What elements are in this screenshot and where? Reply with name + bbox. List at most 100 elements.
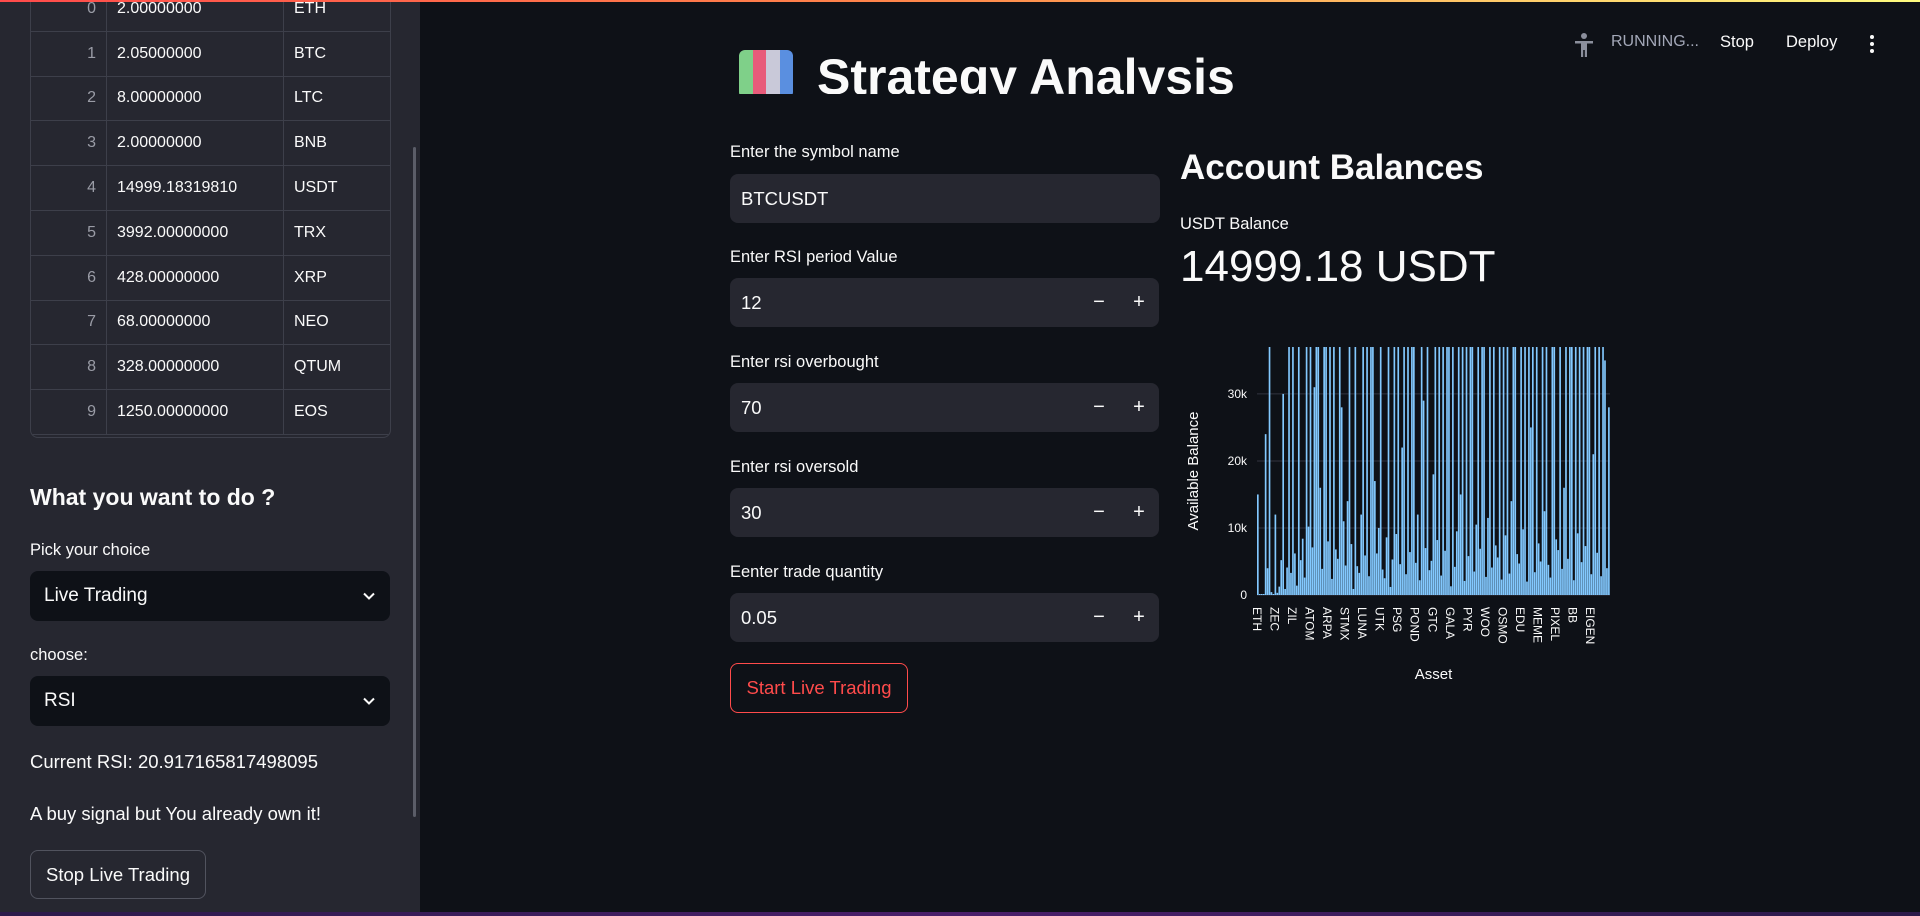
table-row[interactable]: 2 8.00000000 LTC: [31, 76, 390, 122]
bar: [1305, 347, 1308, 595]
bar: [1518, 563, 1520, 595]
row-index: 4: [31, 166, 107, 210]
bar: [1508, 573, 1511, 595]
bar: [1348, 347, 1351, 595]
bar: [1379, 347, 1382, 595]
bar: [1391, 559, 1394, 595]
bar: [1580, 562, 1583, 595]
table-row[interactable]: 0 2.00000000 ETH: [31, 0, 390, 32]
choose-select[interactable]: RSI: [30, 676, 390, 726]
decrement-button[interactable]: −: [1079, 593, 1119, 642]
bar: [1537, 543, 1540, 595]
quantity-input[interactable]: 0.05 − +: [730, 593, 1159, 642]
table-row[interactable]: 6 428.00000000 XRP: [31, 255, 390, 301]
bar: [1455, 531, 1458, 595]
bar: [1461, 347, 1464, 595]
balances-bar-chart[interactable]: 0 10k 20k 30k ETH ZEC ZIL ATOM ARPA STMX LUNA UTK PS…: [1180, 330, 1620, 690]
bar: [1442, 347, 1444, 595]
x-tick-label: EIGEN: [1583, 607, 1597, 644]
row-index: 0: [31, 0, 107, 31]
bar: [1491, 567, 1493, 595]
bar: [1374, 481, 1376, 595]
quantity-label: Eenter trade quantity: [730, 563, 884, 581]
bar: [1352, 588, 1355, 595]
bar: [1286, 567, 1288, 595]
bar: [1297, 347, 1300, 595]
bar: [1434, 347, 1437, 595]
free-cell: 1250.00000000: [107, 390, 284, 434]
bar: [1531, 347, 1534, 595]
table-row[interactable]: 7 68.00000000 NEO: [31, 300, 390, 346]
table-row[interactable]: 8 328.00000000 QTUM: [31, 345, 390, 391]
pick-choice-select[interactable]: Live Trading: [30, 571, 390, 621]
increment-button[interactable]: +: [1119, 593, 1159, 642]
row-index: 6: [31, 255, 107, 300]
more-menu-icon[interactable]: [1864, 34, 1880, 54]
balances-dataframe[interactable]: 0 2.00000000 ETH 1 2.05000000 BTC 2 8.00000000 L…: [30, 0, 391, 438]
overbought-label: Enter rsi overbought: [730, 353, 879, 371]
decrement-button[interactable]: −: [1079, 488, 1119, 537]
bar: [1498, 347, 1501, 595]
bottom-stripe: [0, 912, 1920, 916]
bar: [1590, 574, 1593, 595]
decrement-button[interactable]: −: [1079, 383, 1119, 432]
rsi-period-input[interactable]: 12 − +: [730, 278, 1159, 327]
bar: [1370, 347, 1372, 595]
bar: [1541, 347, 1544, 595]
bar: [1452, 347, 1454, 595]
symbol-label: Enter the symbol name: [730, 143, 900, 161]
x-tick-label: LUNA: [1355, 607, 1369, 639]
bar: [1547, 564, 1550, 595]
running-status: RUNNING...: [1611, 33, 1699, 50]
x-axis-title: Asset: [1415, 666, 1453, 683]
bar: [1465, 347, 1468, 595]
bar: [1432, 474, 1435, 595]
bar: [1278, 586, 1281, 595]
free-cell: 8.00000000: [107, 76, 284, 121]
stop-button[interactable]: Stop: [1720, 33, 1754, 52]
bar: [1446, 347, 1448, 595]
symbol-input[interactable]: BTCUSDT: [730, 174, 1160, 223]
accessibility-icon: [1575, 33, 1593, 57]
bar: [1485, 576, 1487, 595]
bar: [1258, 594, 1261, 595]
bar: [1282, 393, 1285, 595]
deploy-button[interactable]: Deploy: [1786, 33, 1837, 52]
bar: [1459, 494, 1462, 595]
oversold-input[interactable]: 30 − +: [730, 488, 1159, 537]
start-live-trading-button[interactable]: Start Live Trading: [730, 663, 908, 713]
table-row[interactable]: 3 2.00000000 BNB: [31, 121, 390, 167]
bar: [1592, 454, 1595, 595]
increment-button[interactable]: +: [1119, 278, 1159, 327]
table-row[interactable]: 5 3992.00000000 TRX: [31, 210, 390, 256]
bar: [1420, 347, 1423, 595]
sidebar-scrollbar[interactable]: [413, 147, 416, 817]
bar: [1516, 554, 1519, 595]
increment-button[interactable]: +: [1119, 488, 1159, 537]
table-row[interactable]: 1 2.05000000 BTC: [31, 31, 390, 77]
bar: [1268, 347, 1271, 595]
decrement-button[interactable]: −: [1079, 278, 1119, 327]
free-cell: 2.00000000: [107, 0, 284, 31]
bar: [1333, 347, 1335, 595]
table-row[interactable]: 4 14999.18319810 USDT: [31, 166, 390, 211]
overbought-input[interactable]: 70 − +: [730, 383, 1159, 432]
bar: [1473, 571, 1476, 595]
bar: [1346, 501, 1349, 595]
bar: [1471, 347, 1474, 595]
increment-button[interactable]: +: [1119, 383, 1159, 432]
row-index: 1: [31, 31, 107, 76]
bar: [1294, 553, 1296, 595]
bar: [1483, 347, 1485, 595]
x-tick-label: GTC: [1425, 607, 1439, 633]
running-status-stripe: [0, 0, 1920, 2]
bar: [1266, 568, 1269, 595]
bar: [1479, 548, 1481, 595]
bar: [1311, 547, 1314, 595]
bar: [1272, 594, 1275, 595]
stop-live-trading-button[interactable]: Stop Live Trading: [30, 850, 206, 899]
signal-text: A buy signal but You already own it!: [30, 803, 322, 824]
table-row[interactable]: 9 1250.00000000 EOS: [31, 390, 390, 435]
bar: [1588, 347, 1591, 595]
bar: [1514, 347, 1517, 595]
